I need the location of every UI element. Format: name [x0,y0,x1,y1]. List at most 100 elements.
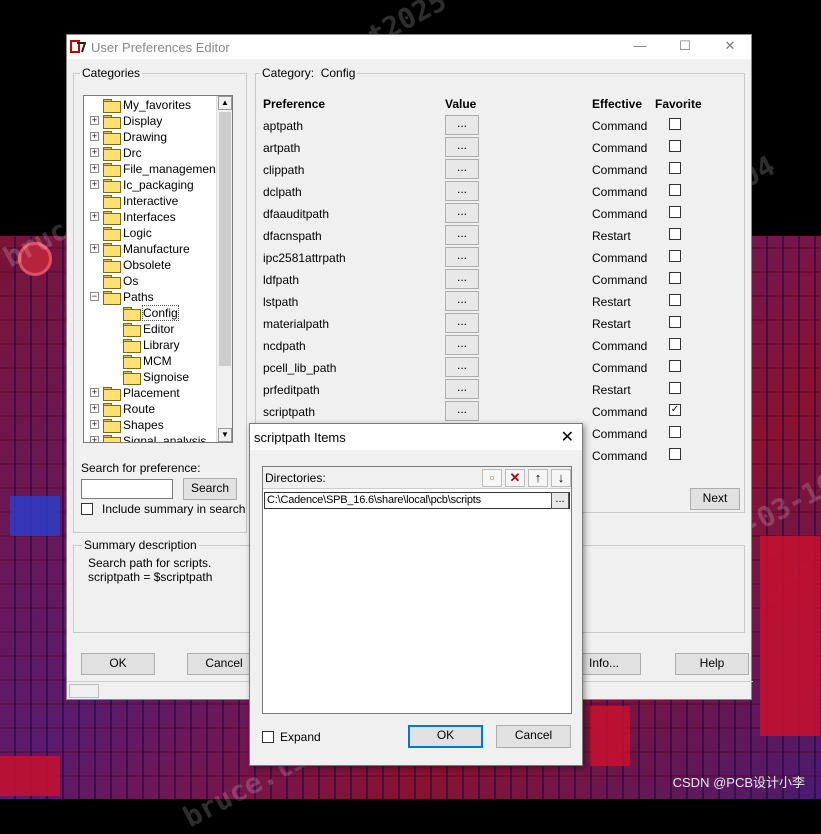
value-browse-button[interactable]: ... [445,181,479,201]
minimize-icon[interactable]: — [631,38,649,54]
delete-icon[interactable]: ✕ [505,469,525,487]
include-summary-label: Include summary in search [102,502,246,516]
favorite-checkbox[interactable] [669,140,681,152]
close-icon[interactable]: ✕ [561,427,574,447]
tree-item-label: Signal_analysis [123,434,207,443]
folder-icon [103,419,121,433]
category-tree[interactable]: + Signal_analysis + Shapes + Route + Placement S… [83,95,233,443]
scroll-down-icon[interactable]: ▼ [218,428,232,442]
preference-name: scriptpath [263,405,316,419]
tree-scrollbar[interactable]: ▲ ▼ [216,96,232,442]
search-input[interactable] [81,479,173,499]
favorite-checkbox[interactable] [669,272,681,284]
favorite-checkbox[interactable] [669,118,681,130]
favorite-checkbox[interactable] [669,206,681,218]
value-browse-button[interactable]: ... [445,137,479,157]
search-button[interactable]: Search [183,478,237,500]
effective-value: Restart [592,317,631,331]
directories-list[interactable]: Directories: ▫ ✕ ↑ ↓ C:\Cadence\SPB_16.6… [262,466,572,714]
favorite-checkbox[interactable] [669,382,681,394]
expand-icon[interactable]: + [90,180,99,189]
favorite-checkbox[interactable]: ✓ [669,404,681,416]
move-down-icon[interactable]: ↓ [551,469,571,487]
effective-value: Restart [592,383,631,397]
effective-value: Command [592,405,648,419]
expand-icon[interactable]: + [90,388,99,397]
favorite-checkbox[interactable] [669,360,681,372]
value-browse-button[interactable]: ... [445,159,479,179]
folder-icon [123,307,141,321]
expand-icon[interactable]: + [90,148,99,157]
help-button[interactable]: Help [675,653,749,675]
folder-icon [103,163,121,177]
value-browse-button[interactable]: ... [445,115,479,135]
expand-icon[interactable]: + [90,164,99,173]
effective-value: Command [592,361,648,375]
folder-icon [103,195,121,209]
favorite-checkbox[interactable] [669,294,681,306]
collapse-icon[interactable]: − [90,292,99,301]
value-browse-button[interactable]: ... [445,379,479,399]
tree-item-label: Library [143,338,180,352]
folder-icon [103,403,121,417]
expand-icon[interactable]: + [90,420,99,429]
favorite-checkbox[interactable] [669,162,681,174]
expand-icon[interactable]: + [90,404,99,413]
preference-row: dfaauditpath... Command [263,203,733,225]
expand-icon[interactable]: + [90,116,99,125]
value-browse-button[interactable]: ... [445,203,479,223]
close-icon[interactable]: ✕ [721,38,739,54]
expand-checkbox[interactable] [262,731,274,743]
include-summary-checkbox[interactable] [81,503,93,515]
folder-icon [123,355,141,369]
scroll-up-icon[interactable]: ▲ [218,96,232,110]
expand-icon[interactable]: + [90,436,99,442]
category-label: Category: Config [260,66,358,80]
value-browse-button[interactable]: ... [445,401,479,421]
effective-value: Command [592,251,648,265]
dialog-ok-button[interactable]: OK [408,725,483,748]
ok-button[interactable]: OK [81,653,155,675]
dialog-cancel-button[interactable]: Cancel [496,725,571,748]
favorite-checkbox[interactable] [669,250,681,262]
folder-icon [103,259,121,273]
next-button[interactable]: Next [690,488,740,510]
directory-item[interactable]: C:\Cadence\SPB_16.6\share\local\pcb\scri… [264,492,570,509]
expand-icon[interactable]: + [90,132,99,141]
tree-item-label: Signoise [143,370,190,384]
folder-icon [123,339,141,353]
folder-icon [123,371,141,385]
favorite-checkbox[interactable] [669,316,681,328]
new-folder-icon[interactable]: ▫ [482,469,502,487]
value-browse-button[interactable]: ... [445,269,479,289]
favorite-checkbox[interactable] [669,184,681,196]
directory-path[interactable]: C:\Cadence\SPB_16.6\share\local\pcb\scri… [267,494,481,506]
title-bar[interactable]: User Preferences Editor — ☐ ✕ [67,35,751,59]
favorite-checkbox[interactable] [669,426,681,438]
tree-item-label: Shapes [123,418,164,432]
expand-icon[interactable]: + [90,212,99,221]
move-up-icon[interactable]: ↑ [528,469,548,487]
preference-row: materialpath... Restart [263,313,733,335]
favorite-checkbox[interactable] [669,338,681,350]
header-favorite: Favorite [655,97,702,111]
dialog-title-bar[interactable]: scriptpath Items ✕ [250,424,582,450]
folder-icon [103,243,121,257]
value-browse-button[interactable]: ... [445,247,479,267]
source-credit: CSDN @PCB设计小李 [672,775,805,790]
favorite-checkbox[interactable] [669,228,681,240]
preference-name: ldfpath [263,273,300,287]
value-browse-button[interactable]: ... [445,291,479,311]
value-browse-button[interactable]: ... [445,225,479,245]
maximize-icon[interactable]: ☐ [676,38,694,54]
browse-button[interactable]: ... [551,492,569,509]
scroll-thumb[interactable] [219,112,231,366]
value-browse-button[interactable]: ... [445,357,479,377]
effective-value: Command [592,119,648,133]
favorite-checkbox[interactable] [669,448,681,460]
header-value: Value [445,97,477,111]
expand-icon[interactable]: + [90,244,99,253]
tree-item-label: Paths [123,290,154,304]
value-browse-button[interactable]: ... [445,335,479,355]
value-browse-button[interactable]: ... [445,313,479,333]
